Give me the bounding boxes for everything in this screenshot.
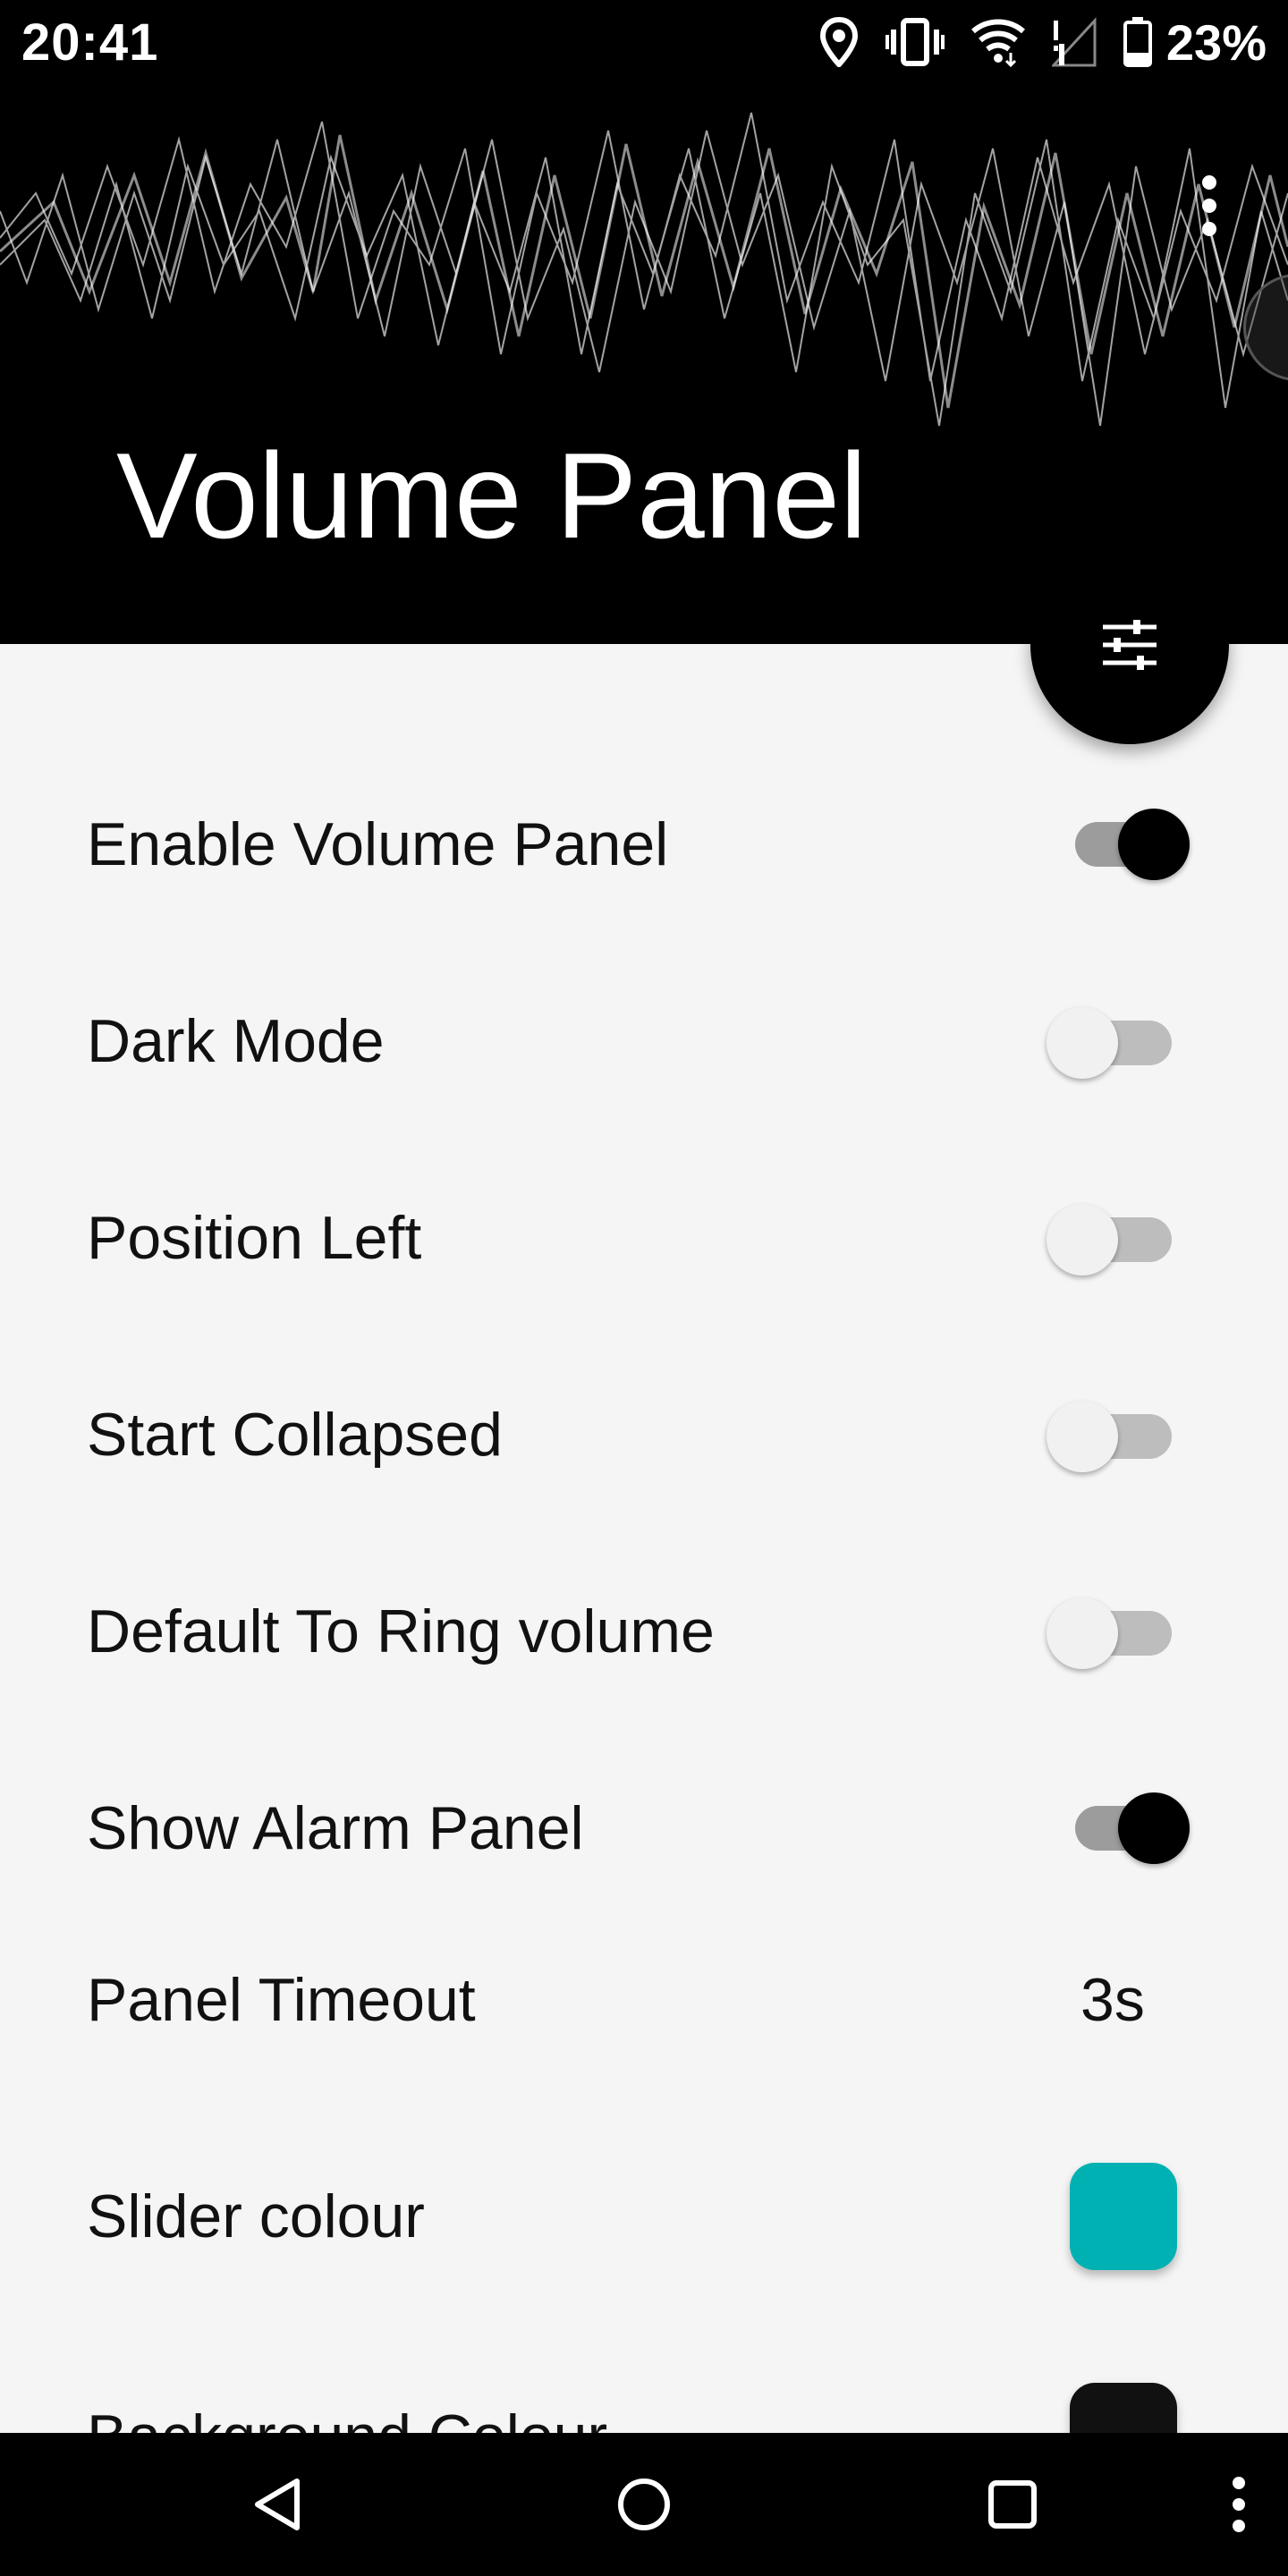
enable-volume-panel-switch[interactable] — [1073, 803, 1190, 880]
slider-colour-swatch[interactable] — [1070, 2163, 1177, 2270]
tune-sliders-icon — [1103, 620, 1157, 670]
screen: 20:41 23% Volume Panel Enable Volume Pan… — [0, 0, 1288, 2576]
recents-button[interactable] — [959, 2433, 1066, 2576]
tune-settings-button[interactable] — [1030, 546, 1229, 744]
setting-label: Panel Timeout — [87, 1966, 476, 2034]
home-button[interactable] — [590, 2433, 698, 2576]
back-icon — [255, 2479, 300, 2530]
setting-row-default-ring-volume[interactable]: Default To Ring volume — [0, 1533, 1288, 1730]
nav-more-button[interactable] — [1216, 2433, 1261, 2576]
back-button[interactable] — [224, 2433, 331, 2576]
default-ring-volume-switch[interactable] — [1046, 1592, 1174, 1669]
setting-label: Show Alarm Panel — [87, 1794, 584, 1862]
status-icons: 23% — [819, 13, 1267, 72]
setting-label: Enable Volume Panel — [87, 810, 669, 878]
status-time: 20:41 — [21, 13, 159, 72]
recents-icon — [988, 2480, 1037, 2529]
wifi-icon — [970, 19, 1025, 67]
home-icon — [618, 2479, 670, 2530]
panel-timeout-value: 3s — [1080, 1966, 1145, 2034]
setting-row-dark-mode[interactable]: Dark Mode — [0, 943, 1288, 1140]
setting-row-panel-timeout[interactable]: Panel Timeout 3s — [0, 1902, 1288, 2098]
battery-percent: 23% — [1165, 13, 1267, 71]
setting-row-show-alarm-panel[interactable]: Show Alarm Panel — [0, 1730, 1288, 1927]
signal-icon — [1051, 17, 1097, 67]
more-vert-icon — [1233, 2477, 1245, 2532]
setting-label: Dark Mode — [87, 1007, 385, 1075]
vibrate-icon — [885, 18, 945, 66]
status-bar: 20:41 23% — [0, 0, 1288, 86]
more-vert-icon[interactable] — [1186, 152, 1233, 259]
show-alarm-panel-switch[interactable] — [1073, 1787, 1190, 1864]
setting-row-slider-colour[interactable]: Slider colour — [0, 2118, 1288, 2315]
page-title: Volume Panel — [116, 428, 868, 564]
dark-mode-switch[interactable] — [1046, 1002, 1174, 1079]
setting-row-enable-volume-panel[interactable]: Enable Volume Panel — [0, 746, 1288, 943]
position-left-switch[interactable] — [1046, 1199, 1174, 1275]
setting-label: Position Left — [87, 1204, 422, 1272]
setting-label: Default To Ring volume — [87, 1597, 715, 1665]
navigation-bar — [0, 2433, 1288, 2576]
start-collapsed-switch[interactable] — [1046, 1395, 1174, 1472]
setting-row-start-collapsed[interactable]: Start Collapsed — [0, 1336, 1288, 1533]
location-icon — [819, 17, 858, 67]
setting-label: Start Collapsed — [87, 1401, 503, 1469]
setting-row-position-left[interactable]: Position Left — [0, 1140, 1288, 1336]
setting-label: Slider colour — [87, 2182, 425, 2250]
battery-icon — [1123, 17, 1152, 67]
